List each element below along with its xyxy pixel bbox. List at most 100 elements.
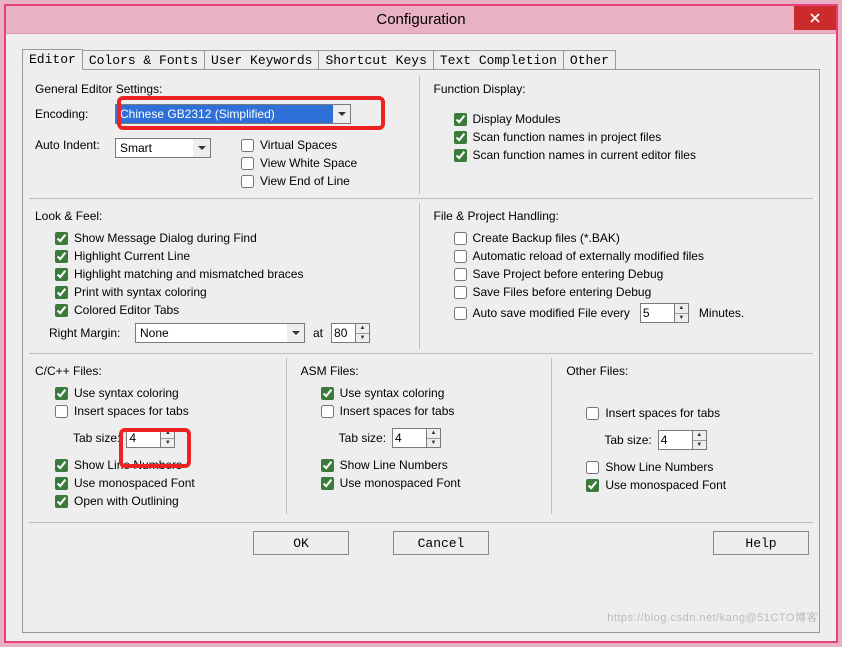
tab-editor[interactable]: Editor [22, 49, 83, 70]
print-syntax-checkbox[interactable] [55, 286, 68, 299]
backup-checkbox[interactable] [454, 232, 467, 245]
c-mono-checkbox[interactable] [55, 477, 68, 490]
asm-tab-value[interactable] [392, 428, 426, 448]
asm-files-heading: ASM Files: [299, 362, 540, 384]
c-syntax-label: Use syntax coloring [74, 386, 179, 400]
c-tab-label: Tab size: [73, 431, 120, 445]
spinner-buttons[interactable]: ▲▼ [426, 428, 441, 448]
look-feel-heading: Look & Feel: [33, 207, 407, 229]
other-mono-checkbox[interactable] [586, 479, 599, 492]
spinner-buttons[interactable]: ▲▼ [160, 428, 175, 448]
scan-project-checkbox[interactable] [454, 131, 467, 144]
save-files-label: Save Files before entering Debug [473, 285, 652, 299]
view-white-space-label: View White Space [260, 156, 357, 170]
show-message-label: Show Message Dialog during Find [74, 231, 257, 245]
auto-reload-checkbox[interactable] [454, 250, 467, 263]
chevron-down-icon [333, 104, 351, 124]
at-spinner[interactable]: ▲▼ [331, 323, 370, 343]
config-window: Configuration Editor Colors & Fonts User… [4, 4, 838, 643]
asm-spaces-checkbox[interactable] [321, 405, 334, 418]
view-white-space-checkbox[interactable] [241, 157, 254, 170]
asm-tab-spinner[interactable]: ▲▼ [392, 428, 441, 448]
minutes-label: Minutes. [699, 306, 744, 320]
asm-line-numbers-checkbox[interactable] [321, 459, 334, 472]
view-end-of-line-checkbox[interactable] [241, 175, 254, 188]
auto-indent-combo[interactable]: Smart [115, 138, 211, 158]
c-spaces-label: Insert spaces for tabs [74, 404, 189, 418]
other-spaces-checkbox[interactable] [586, 407, 599, 420]
scan-editor-checkbox[interactable] [454, 149, 467, 162]
auto-save-checkbox[interactable] [454, 307, 467, 320]
close-button[interactable] [794, 6, 836, 30]
display-modules-label: Display Modules [473, 112, 561, 126]
scan-editor-label: Scan function names in current editor fi… [473, 148, 696, 162]
colored-tabs-checkbox[interactable] [55, 304, 68, 317]
other-spaces-label: Insert spaces for tabs [605, 406, 720, 420]
chevron-down-icon [193, 138, 211, 158]
save-project-checkbox[interactable] [454, 268, 467, 281]
auto-indent-label: Auto Indent: [35, 138, 111, 152]
right-margin-combo[interactable]: None [135, 323, 305, 343]
client-area: Editor Colors & Fonts User Keywords Shor… [6, 34, 836, 641]
asm-mono-label: Use monospaced Font [340, 476, 461, 490]
asm-line-numbers-label: Show Line Numbers [340, 458, 448, 472]
display-modules-checkbox[interactable] [454, 113, 467, 126]
other-line-numbers-checkbox[interactable] [586, 461, 599, 474]
auto-indent-value: Smart [115, 138, 193, 158]
encoding-combo[interactable]: Chinese GB2312 (Simplified) [115, 104, 351, 124]
show-message-checkbox[interactable] [55, 232, 68, 245]
auto-save-value[interactable] [640, 303, 674, 323]
scan-project-label: Scan function names in project files [473, 130, 662, 144]
tab-shortcut-keys[interactable]: Shortcut Keys [318, 50, 433, 70]
ok-button[interactable]: OK [253, 531, 349, 555]
asm-syntax-checkbox[interactable] [321, 387, 334, 400]
virtual-spaces-checkbox[interactable] [241, 139, 254, 152]
right-margin-label: Right Margin: [35, 326, 131, 340]
asm-tab-label: Tab size: [339, 431, 386, 445]
auto-save-label: Auto save modified File every [473, 306, 630, 320]
save-project-label: Save Project before entering Debug [473, 267, 664, 281]
c-tab-spinner[interactable]: ▲▼ [126, 428, 175, 448]
tab-colors-fonts[interactable]: Colors & Fonts [82, 50, 205, 70]
right-margin-value: None [135, 323, 287, 343]
other-tab-value[interactable] [658, 430, 692, 450]
asm-spaces-label: Insert spaces for tabs [340, 404, 455, 418]
backup-label: Create Backup files (*.BAK) [473, 231, 620, 245]
cancel-button[interactable]: Cancel [393, 531, 489, 555]
tab-other[interactable]: Other [563, 50, 616, 70]
other-line-numbers-label: Show Line Numbers [605, 460, 713, 474]
spinner-buttons[interactable]: ▲▼ [692, 430, 707, 450]
c-spaces-checkbox[interactable] [55, 405, 68, 418]
highlight-line-checkbox[interactable] [55, 250, 68, 263]
at-value[interactable] [331, 323, 355, 343]
c-files-heading: C/C++ Files: [33, 362, 274, 384]
file-handling-heading: File & Project Handling: [432, 207, 806, 229]
tab-text-completion[interactable]: Text Completion [433, 50, 564, 70]
colored-tabs-label: Colored Editor Tabs [74, 303, 179, 317]
asm-mono-checkbox[interactable] [321, 477, 334, 490]
spinner-buttons[interactable]: ▲▼ [355, 323, 370, 343]
other-tab-label: Tab size: [604, 433, 651, 447]
general-heading: General Editor Settings: [33, 80, 407, 102]
save-files-checkbox[interactable] [454, 286, 467, 299]
c-tab-value[interactable] [126, 428, 160, 448]
at-label: at [313, 326, 323, 340]
titlebar: Configuration [6, 6, 836, 34]
spinner-buttons[interactable]: ▲▼ [674, 303, 689, 323]
c-syntax-checkbox[interactable] [55, 387, 68, 400]
c-mono-label: Use monospaced Font [74, 476, 195, 490]
tab-user-keywords[interactable]: User Keywords [204, 50, 319, 70]
c-line-numbers-checkbox[interactable] [55, 459, 68, 472]
chevron-down-icon [287, 323, 305, 343]
highlight-braces-checkbox[interactable] [55, 268, 68, 281]
encoding-value: Chinese GB2312 (Simplified) [115, 104, 333, 124]
editor-tab-panel: General Editor Settings: Encoding: Chine… [22, 69, 820, 633]
c-outlining-checkbox[interactable] [55, 495, 68, 508]
highlight-braces-label: Highlight matching and mismatched braces [74, 267, 303, 281]
help-button[interactable]: Help [713, 531, 809, 555]
auto-save-spinner[interactable]: ▲▼ [640, 303, 689, 323]
print-syntax-label: Print with syntax coloring [74, 285, 207, 299]
other-tab-spinner[interactable]: ▲▼ [658, 430, 707, 450]
highlight-line-label: Highlight Current Line [74, 249, 190, 263]
tab-strip: Editor Colors & Fonts User Keywords Shor… [22, 48, 820, 69]
